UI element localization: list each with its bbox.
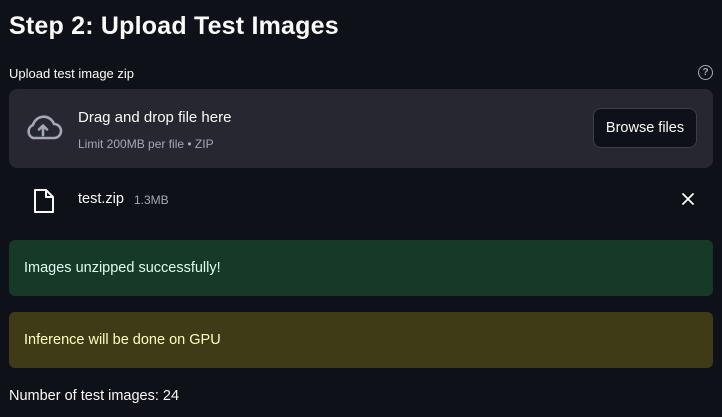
test-image-count: Number of test images: 24 — [9, 388, 180, 404]
close-icon[interactable] — [681, 192, 695, 206]
page-title: Step 2: Upload Test Images — [9, 12, 339, 40]
dropzone-subtitle: Limit 200MB per file • ZIP — [78, 137, 214, 151]
browse-files-button[interactable]: Browse files — [593, 108, 697, 148]
success-alert: Images unzipped successfully! — [9, 240, 713, 296]
cloud-upload-icon — [27, 115, 63, 140]
question-circle-icon[interactable]: ? — [698, 65, 713, 80]
uploader-label: Upload test image zip — [9, 66, 135, 81]
dropzone-title: Drag and drop file here — [78, 109, 232, 126]
file-name: test.zip — [78, 191, 124, 207]
file-dropzone[interactable]: Drag and drop file here Limit 200MB per … — [9, 89, 713, 168]
file-icon — [34, 189, 54, 213]
gpu-info-alert: Inference will be done on GPU — [9, 312, 713, 368]
file-size: 1.3MB — [134, 193, 169, 207]
uploader-label-row: Upload test image zip ? — [9, 64, 713, 84]
uploaded-file-row: test.zip 1.3MB — [9, 178, 713, 222]
